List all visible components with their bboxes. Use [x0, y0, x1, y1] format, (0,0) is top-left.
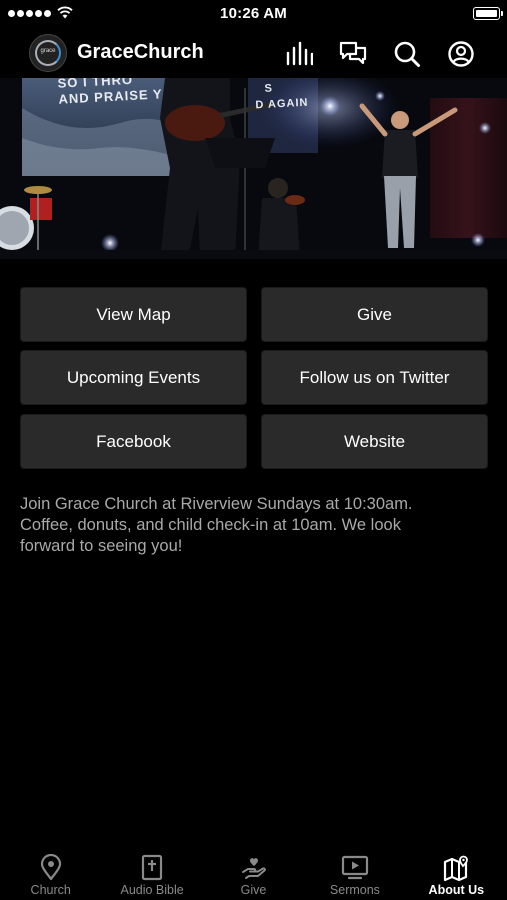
- status-time: 10:26 AM: [220, 5, 287, 22]
- description-line2: Coffee, donuts, and child check-in at 10…: [20, 516, 401, 534]
- church-logo[interactable]: grace: [29, 34, 67, 72]
- tab-church-label: Church: [30, 883, 71, 897]
- giving-hand-icon: [241, 858, 266, 879]
- status-bar: 10:26 AM: [0, 0, 507, 28]
- location-pin-icon: [40, 854, 61, 881]
- tab-about-us-label: About Us: [428, 883, 485, 897]
- tab-audio-bible[interactable]: Audio Bible: [101, 846, 202, 900]
- hero-screen-text-right2: D AGAIN: [255, 96, 309, 112]
- tab-give[interactable]: Give: [203, 846, 304, 900]
- bottom-tab-bar: Church Audio Bible Give Sermons About Us: [0, 846, 507, 900]
- audio-bars-icon[interactable]: [285, 40, 313, 68]
- logo-text: grace: [40, 48, 56, 54]
- church-description: Join Grace Church at Riverview Sundays a…: [20, 494, 470, 557]
- upcoming-events-button[interactable]: Upcoming Events: [20, 350, 247, 405]
- app-title: GraceChurch: [77, 41, 204, 63]
- tab-about-us[interactable]: About Us: [406, 846, 507, 900]
- view-map-button[interactable]: View Map: [20, 287, 247, 342]
- tab-audio-bible-label: Audio Bible: [120, 883, 184, 897]
- bible-icon: [142, 854, 163, 881]
- hero-worship-image: SO I THRO AND PRAISE Y S D AGAIN: [0, 78, 507, 259]
- description-line3: forward to seeing you!: [20, 537, 183, 555]
- battery-icon: [473, 7, 503, 20]
- give-button[interactable]: Give: [261, 287, 488, 342]
- account-icon[interactable]: [447, 40, 475, 68]
- facebook-button[interactable]: Facebook: [20, 414, 247, 469]
- search-icon[interactable]: [393, 40, 421, 68]
- app-header: grace GraceChurch: [0, 28, 507, 78]
- tab-sermons[interactable]: Sermons: [304, 846, 405, 900]
- video-play-icon: [341, 855, 369, 880]
- hero-screen-text-right: S D AGAIN: [254, 79, 309, 114]
- map-pin-icon: [444, 855, 469, 882]
- website-button[interactable]: Website: [261, 414, 488, 469]
- chat-icon[interactable]: [339, 40, 367, 68]
- tab-church[interactable]: Church: [0, 846, 101, 900]
- tab-sermons-label: Sermons: [329, 883, 380, 897]
- description-line1: Join Grace Church at Riverview Sundays a…: [20, 495, 413, 513]
- tab-give-label: Give: [240, 883, 267, 897]
- twitter-button[interactable]: Follow us on Twitter: [261, 350, 488, 405]
